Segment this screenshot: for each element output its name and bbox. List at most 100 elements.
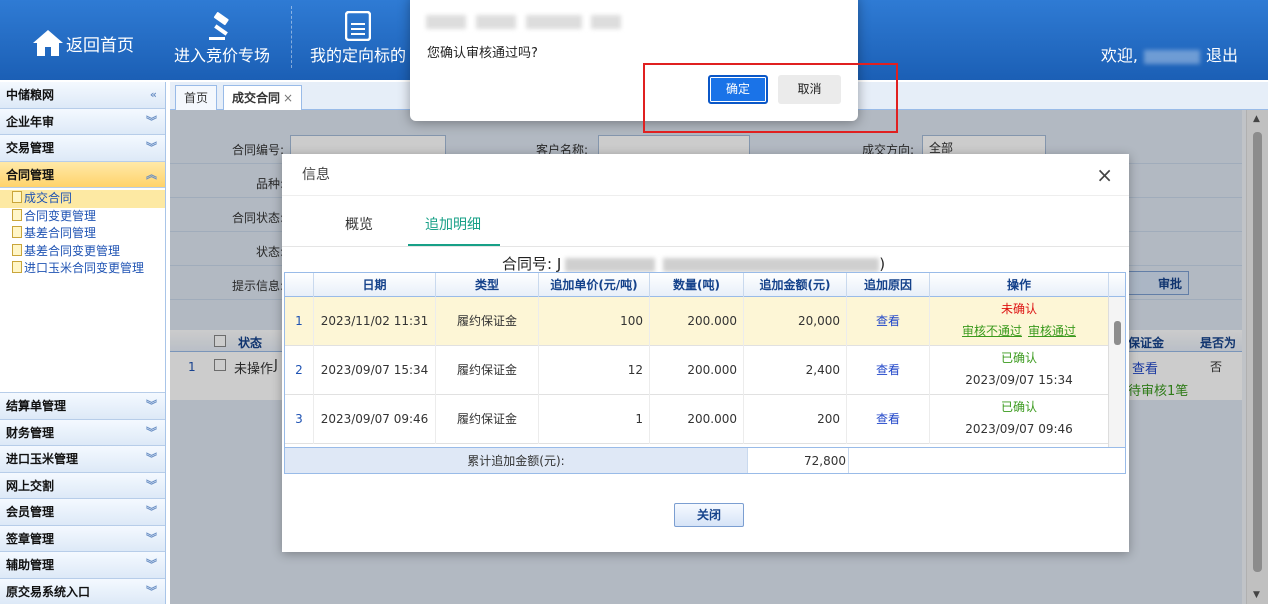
sidebar-item-trade[interactable]: 交易管理 ︾ [0, 135, 165, 162]
sidebar: 中储粮网 « 企业年审 ︾ 交易管理 ︾ 合同管理 ︽ 成交合同 合同变更管理 基差合同… [0, 82, 166, 604]
row-unit-price: 12 [539, 346, 650, 395]
additional-details-grid: 日期 类型 追加单价(元/吨) 数量(吨) 追加金额(元) 追加原因 操作 1 … [284, 272, 1126, 474]
approve-review-link[interactable]: 审核通过 [1028, 324, 1076, 338]
collapse-icon[interactable]: « [150, 82, 157, 108]
col-amount: 追加金额(元) [744, 273, 847, 297]
sidebar-item-label: 交易管理 [6, 141, 55, 155]
sidebar-item-contracts[interactable]: 合同管理 ︽ [0, 161, 165, 188]
document-icon [310, 10, 406, 42]
grid-header: 日期 类型 追加单价(元/吨) 数量(吨) 追加金额(元) 追加原因 操作 [285, 273, 1125, 297]
modal-title: 信息 [302, 167, 330, 183]
status-unconfirmed: 未确认 [1000, 302, 1037, 316]
chevron-down-icon: ︾ [146, 584, 157, 598]
document-icon [12, 191, 22, 203]
sidebar-item-auxiliary[interactable]: 辅助管理 ︾ [0, 552, 165, 579]
username-redacted [1143, 49, 1200, 64]
close-icon[interactable]: × [1096, 154, 1113, 196]
redacted-text [525, 14, 582, 29]
sidebar-item-settlement[interactable]: 结算单管理 ︾ [0, 393, 165, 420]
col-type: 类型 [436, 273, 539, 297]
chevron-down-icon: ︾ [146, 505, 157, 518]
sidebar-item-members[interactable]: 会员管理 ︾ [0, 499, 165, 526]
redacted-text [475, 14, 516, 29]
confirmed-time: 2023/09/07 09:46 [965, 422, 1073, 436]
chevron-down-icon: ︾ [146, 425, 157, 439]
grid-scrollbar[interactable] [1108, 297, 1125, 447]
col-quantity: 数量(吨) [650, 273, 744, 297]
nav-auction-label: 进入竞价专场 [174, 46, 271, 65]
reject-review-link[interactable]: 审核不通过 [962, 324, 1022, 338]
table-row[interactable]: 2 2023/09/07 15:34 履约保证金 12 200.000 2,40… [285, 346, 1109, 395]
contract-number: 合同号: J) [502, 253, 885, 274]
sidebar-item-label: 会员管理 [6, 505, 55, 519]
chevron-down-icon: ︾ [146, 114, 157, 128]
reason-view-link[interactable]: 查看 [847, 346, 930, 395]
home-icon [33, 30, 63, 56]
tab-additional-details[interactable]: 追加明细 [425, 214, 481, 234]
col-actions: 操作 [930, 273, 1109, 297]
sidebar-item-finance[interactable]: 财务管理 ︾ [0, 419, 165, 446]
redacted-text [565, 257, 656, 272]
submenu-import-corn-change[interactable]: 进口玉米合同变更管理 [0, 260, 165, 278]
tab-label: 成交合同 [232, 91, 281, 105]
close-button[interactable]: 关闭 [674, 503, 744, 527]
row-type: 履约保证金 [436, 346, 539, 395]
table-row[interactable]: 3 2023/09/07 09:46 履约保证金 1 200.000 200 查… [285, 395, 1109, 444]
chevron-up-icon: ︽ [146, 167, 157, 181]
submenu-basis-contract[interactable]: 基差合同管理 [0, 225, 165, 243]
sum-value: 72,800 [747, 448, 849, 473]
sidebar-item-delivery[interactable]: 网上交割 ︾ [0, 472, 165, 499]
submenu-label: 进口玉米合同变更管理 [24, 261, 145, 276]
sidebar-item-label: 辅助管理 [6, 558, 55, 572]
reason-view-link[interactable]: 查看 [847, 297, 930, 346]
sidebar-item-label: 签章管理 [6, 531, 55, 546]
row-index: 2 [285, 346, 314, 395]
submenu-label: 基差合同变更管理 [24, 243, 121, 258]
tab-home[interactable]: 首页 [175, 85, 218, 110]
sidebar-item-legacy-system[interactable]: 原交易系统入口 ︾ [0, 578, 165, 604]
sidebar-item-label: 企业年审 [6, 114, 55, 129]
submenu-basis-contract-change[interactable]: 基差合同变更管理 [0, 243, 165, 261]
redacted-text [591, 14, 622, 29]
col-unit-price: 追加单价(元/吨) [539, 273, 650, 297]
tab-deal-contract[interactable]: 成交合同 × [223, 85, 303, 110]
chevron-down-icon: ︾ [146, 478, 157, 492]
sum-label: 累计追加金额(元): [285, 448, 747, 473]
modal-tabs: 概览 追加明细 [282, 196, 1129, 247]
home-link[interactable]: 返回首页 [32, 28, 134, 58]
sidebar-item-label: 原交易系统入口 [6, 584, 91, 599]
row-amount: 20,000 [744, 297, 847, 346]
logout-link[interactable]: 退出 [1206, 46, 1238, 65]
row-actions: 未确认 审核不通过 审核通过 [930, 297, 1109, 346]
redacted-text [663, 257, 880, 272]
action-links: 审核不通过 审核通过 [930, 320, 1108, 342]
redacted-text [426, 14, 466, 29]
document-icon [12, 243, 22, 256]
sidebar-item-signature[interactable]: 签章管理 ︾ [0, 525, 165, 552]
confirm-message: 您确认审核通过吗? [427, 46, 538, 61]
row-quantity: 200.000 [650, 346, 744, 395]
row-amount: 200 [744, 395, 847, 444]
nav-auction[interactable]: 进入竞价专场 [174, 10, 270, 66]
row-date: 2023/09/07 09:46 [314, 395, 436, 444]
chevron-down-icon: ︾ [146, 141, 157, 154]
close-icon[interactable]: × [283, 91, 293, 105]
confirmed-time: 2023/09/07 15:34 [965, 373, 1073, 387]
sidebar-item-import-corn[interactable]: 进口玉米管理 ︾ [0, 446, 165, 473]
reason-view-link[interactable]: 查看 [847, 395, 930, 444]
sidebar-item-zhongchuliang[interactable]: 中储粮网 « [0, 82, 165, 109]
modal-header: 信息 × [282, 154, 1129, 196]
sidebar-item-label: 财务管理 [6, 425, 55, 440]
row-amount: 2,400 [744, 346, 847, 395]
row-actions: 已确认 2023/09/07 09:46 [930, 395, 1109, 444]
chevron-down-icon: ︾ [146, 531, 157, 545]
nav-targeted[interactable]: 我的定向标的 [310, 10, 406, 66]
scrollbar-thumb[interactable] [1114, 321, 1121, 345]
submenu-contract-change[interactable]: 合同变更管理 [0, 208, 165, 226]
table-row[interactable]: 1 2023/11/02 11:31 履约保证金 100 200.000 20,… [285, 297, 1109, 346]
sidebar-item-annual-review[interactable]: 企业年审 ︾ [0, 108, 165, 135]
submenu-deal-contract[interactable]: 成交合同 [0, 190, 165, 208]
info-modal: 信息 × 概览 追加明细 合同号: J) 日期 类型 追加单价(元/吨) 数量(… [282, 154, 1129, 552]
tab-overview[interactable]: 概览 [345, 214, 373, 234]
active-tab-indicator [408, 244, 500, 246]
